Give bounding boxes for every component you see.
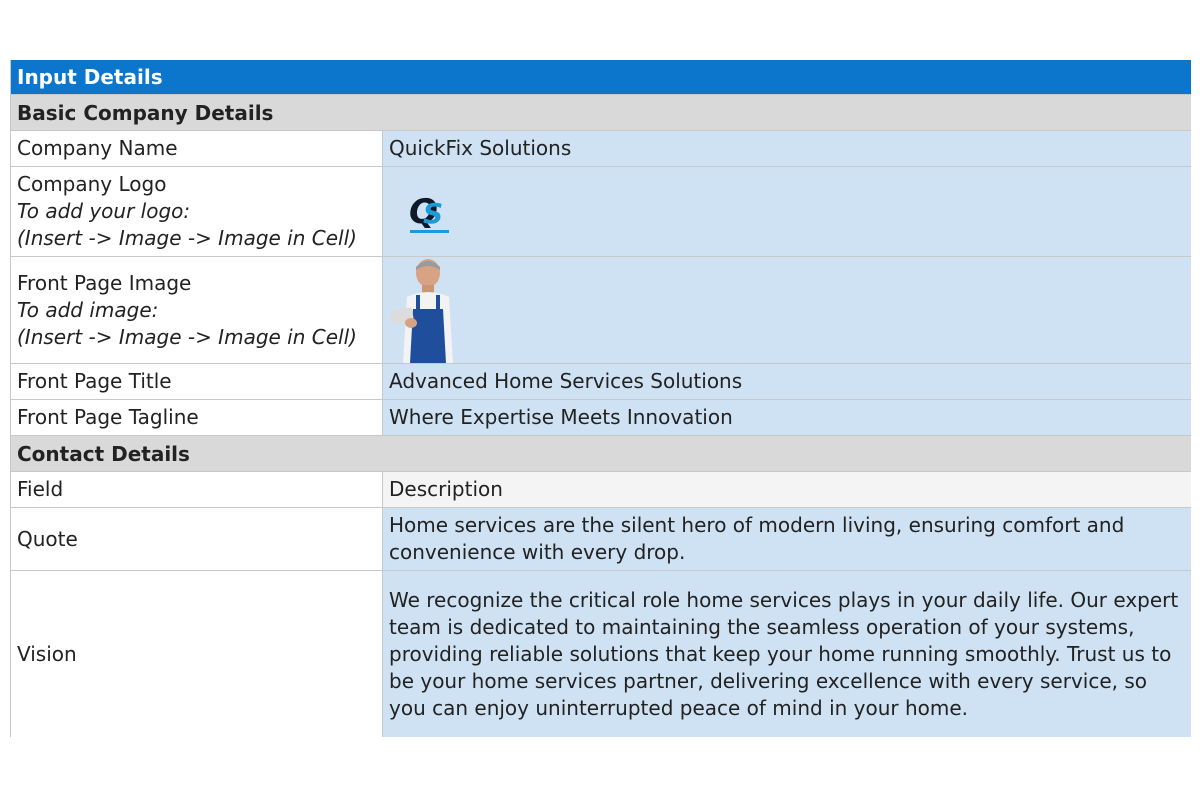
company-logo-image: Q S: [409, 192, 449, 233]
company-logo-label: Company Logo: [17, 172, 167, 196]
row-company-logo: Company Logo To add your logo: (Insert -…: [11, 167, 1191, 257]
company-name-label: Company Name: [17, 136, 178, 160]
input-details-sheet: Input Details Basic Company Details Comp…: [10, 60, 1191, 737]
front-title-label: Front Page Title: [17, 369, 172, 393]
worker-neck: [422, 285, 434, 293]
contact-column-headers: Field Description: [11, 472, 1191, 508]
company-logo-cell[interactable]: Q S: [383, 167, 1191, 256]
front-image-instructions: (Insert -> Image -> Image in Cell): [17, 324, 357, 349]
logo-underline: [410, 229, 449, 233]
row-front-page-title: Front Page Title Advanced Home Services …: [11, 364, 1191, 400]
company-logo-instructions: (Insert -> Image -> Image in Cell): [17, 226, 357, 250]
row-front-page-tagline: Front Page Tagline Where Expertise Meets…: [11, 400, 1191, 436]
logo-letter-s: S: [423, 197, 443, 230]
row-company-name: Company Name QuickFix Solutions: [11, 131, 1191, 167]
overall-strap-left: [416, 295, 420, 311]
worker-hand: [405, 318, 417, 328]
company-logo-hint: To add your logo:: [17, 199, 191, 223]
front-image-cell[interactable]: [383, 257, 1191, 363]
front-image-hint: To add image:: [17, 297, 159, 322]
row-quote: Quote Home services are the silent hero …: [11, 508, 1191, 571]
section-basic-company-details: Basic Company Details: [11, 95, 1191, 131]
row-front-page-image: Front Page Image To add image: (Insert -…: [11, 257, 1191, 364]
section-contact-details: Contact Details: [11, 436, 1191, 472]
front-title-value[interactable]: Advanced Home Services Solutions: [389, 368, 1185, 395]
vision-label: Vision: [17, 641, 77, 666]
overall-strap-right: [436, 295, 440, 311]
vision-value[interactable]: We recognize the critical role home serv…: [389, 587, 1185, 722]
column-header-field: Field: [17, 477, 64, 501]
column-header-description: Description: [389, 477, 503, 501]
quote-value[interactable]: Home services are the silent hero of mod…: [389, 512, 1185, 566]
worker-photo: [390, 259, 453, 363]
worker-overalls: [410, 309, 446, 363]
company-name-value[interactable]: QuickFix Solutions: [389, 135, 1185, 162]
row-vision: Vision We recognize the critical role ho…: [11, 571, 1191, 737]
front-tagline-value[interactable]: Where Expertise Meets Innovation: [389, 404, 1185, 431]
front-tagline-label: Front Page Tagline: [17, 405, 199, 429]
front-image-label: Front Page Image: [17, 270, 192, 295]
quote-label: Quote: [17, 526, 78, 551]
input-details-header: Input Details: [11, 60, 1191, 95]
